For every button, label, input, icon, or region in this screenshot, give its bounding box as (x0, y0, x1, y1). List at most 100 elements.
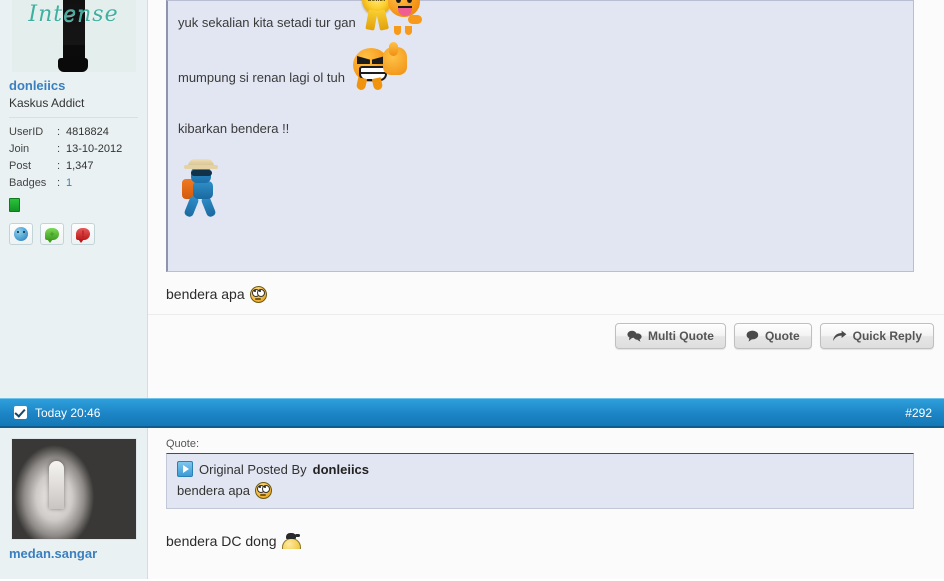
post-top-quotebox: yuk sekalian kita setadi tur gan seller (166, 0, 914, 272)
post-bottom-sidebar: medan.sangar (0, 428, 148, 579)
meta-sep: : (57, 177, 61, 189)
meta-value: 1,347 (66, 160, 94, 172)
post-bottom-message: bendera DC dong (148, 509, 944, 561)
post-top: Intense donleiics Kaskus Addict UserID :… (0, 0, 944, 398)
avatar[interactable]: Intense (11, 0, 136, 72)
reply-arrow-icon (832, 330, 847, 341)
post-top-message: bendera apa (148, 272, 944, 314)
avatar-caption: Intense (28, 2, 119, 27)
quote-line-text: mumpung si renan lagi ol tuh (178, 70, 345, 85)
emoticon-leg (393, 26, 401, 35)
profile-smiley-button[interactable] (9, 223, 33, 245)
sidebar-divider (9, 117, 138, 118)
post-number[interactable]: #292 (905, 406, 932, 420)
emoticon-eye (406, 0, 412, 3)
quote-button[interactable]: Quote (733, 323, 812, 349)
meta-key: UserID (9, 126, 44, 138)
quote-header-author[interactable]: donleiics (313, 462, 369, 477)
quote-label: Quote: (166, 438, 200, 450)
quick-reply-label: Quick Reply (852, 329, 922, 343)
sidebar-username[interactable]: donleiics (9, 79, 138, 93)
cut-smiley-emoticon (281, 533, 301, 549)
post-top-message-text: bendera apa (166, 286, 245, 302)
emoticon-body (384, 0, 424, 35)
post-top-footer: Multi Quote Quote Quick Reply (148, 314, 944, 362)
report-post-button[interactable]: ! (71, 223, 95, 245)
multi-quote-label: Multi Quote (647, 329, 714, 343)
quick-reply-button[interactable]: Quick Reply (819, 323, 934, 349)
meta-row-join: Join : 13-10-2012 (9, 141, 122, 158)
sidebar-usertitle: Kaskus Addict (9, 96, 85, 110)
avatar-image: Intense (11, 0, 136, 72)
meta-value: 4818824 (66, 126, 109, 138)
emoticon-brow (356, 56, 370, 64)
emoticon-accessory (285, 533, 300, 539)
post-top-body: yuk sekalian kita setadi tur gan seller (148, 0, 944, 398)
quote-label: Quote (764, 329, 800, 343)
quote-header-prefix: Original Posted By (199, 461, 307, 477)
emoticon-eye (256, 288, 265, 297)
smiley-icon (14, 227, 28, 241)
meta-sep: : (57, 143, 61, 155)
post-bottom-quotebox: Original Posted By donleiics bendera apa (166, 453, 914, 509)
sunglasses-icon (191, 170, 212, 176)
emoticon-mouth (260, 494, 267, 496)
quote-body: bendera apa (177, 482, 903, 499)
post-header-bar[interactable]: Today 20:46 #292 (0, 398, 944, 428)
emoticon-eye (395, 0, 401, 3)
meta-row-userid: UserID : 4818824 (9, 124, 122, 141)
emoticon-torso (193, 181, 213, 199)
quote-line: mumpung si renan lagi ol tuh (178, 42, 903, 93)
multi-quote-button[interactable]: Multi Quote (614, 323, 726, 349)
quote-line-text: yuk sekalian kita setadi tur gan (178, 15, 356, 30)
add-reputation-button[interactable]: + (40, 223, 64, 245)
multi-quote-icon (627, 330, 642, 342)
checkbox-checked-icon[interactable] (14, 406, 27, 419)
emoticon-mouth (254, 297, 261, 300)
quote-line: kibarkan bendera !! (178, 119, 903, 139)
sidebar-username[interactable]: medan.sangar (9, 547, 138, 561)
traveler-emoticon (180, 159, 224, 218)
emoticon-arm (407, 15, 422, 24)
quote-bubble-icon (746, 330, 759, 342)
meta-key: Join (9, 143, 30, 155)
quote-body-text: bendera apa (177, 483, 251, 498)
sidebar-icon-buttons: + ! (9, 223, 138, 245)
avatar-image (11, 439, 136, 539)
post-bottom-body: Quote: Original Posted By donleiics bend… (148, 428, 944, 579)
meta-value: 1 (66, 175, 122, 192)
emoticon-leg (355, 77, 368, 91)
avatar[interactable] (10, 438, 137, 540)
emoticon-leg (404, 26, 412, 35)
badges-link[interactable]: 1 (66, 177, 72, 189)
hat-icon (184, 159, 218, 169)
emoticon-head (281, 538, 301, 549)
sidebar-meta-table: UserID : 4818824 Join : 13-10-2012 Post … (9, 124, 122, 192)
quote-line: yuk sekalian kita setadi tur gan seller (178, 0, 903, 37)
avatar-hand (48, 461, 64, 509)
post-bottom-message-text: bendera DC dong (166, 533, 277, 549)
meta-row-badges: Badges : 1 (9, 175, 122, 192)
post-top-sidebar: Intense donleiics Kaskus Addict UserID :… (0, 0, 148, 398)
rolling-eyes-emoticon (249, 285, 267, 303)
red-exclamation-bubble-icon: ! (76, 228, 90, 243)
seller-smiley-emoticon: seller (361, 0, 428, 37)
meta-key: Badges (9, 177, 47, 189)
quote-line-text: kibarkan bendera !! (178, 121, 290, 136)
meta-value: 13-10-2012 (66, 143, 123, 155)
quote-arrow-icon[interactable] (177, 461, 193, 477)
online-status-icon (9, 198, 20, 212)
thumbs-up-grin-emoticon (352, 42, 411, 93)
quote-header: Original Posted By donleiics (177, 461, 903, 477)
thumbs-up-icon (388, 42, 398, 56)
meta-key: Post (9, 160, 32, 172)
post-action-buttons: Multi Quote Quote Quick Reply (614, 323, 934, 349)
post-bottom: medan.sangar Quote: Original Posted By d… (0, 428, 944, 579)
post-timestamp: Today 20:46 (35, 405, 101, 420)
meta-sep: : (57, 160, 61, 172)
green-plus-bubble-icon: + (45, 228, 59, 243)
rolling-eyes-emoticon (255, 482, 273, 499)
emoticon-eye (262, 485, 271, 493)
quote-line (178, 159, 903, 218)
meta-row-post: Post : 1,347 (9, 158, 122, 175)
